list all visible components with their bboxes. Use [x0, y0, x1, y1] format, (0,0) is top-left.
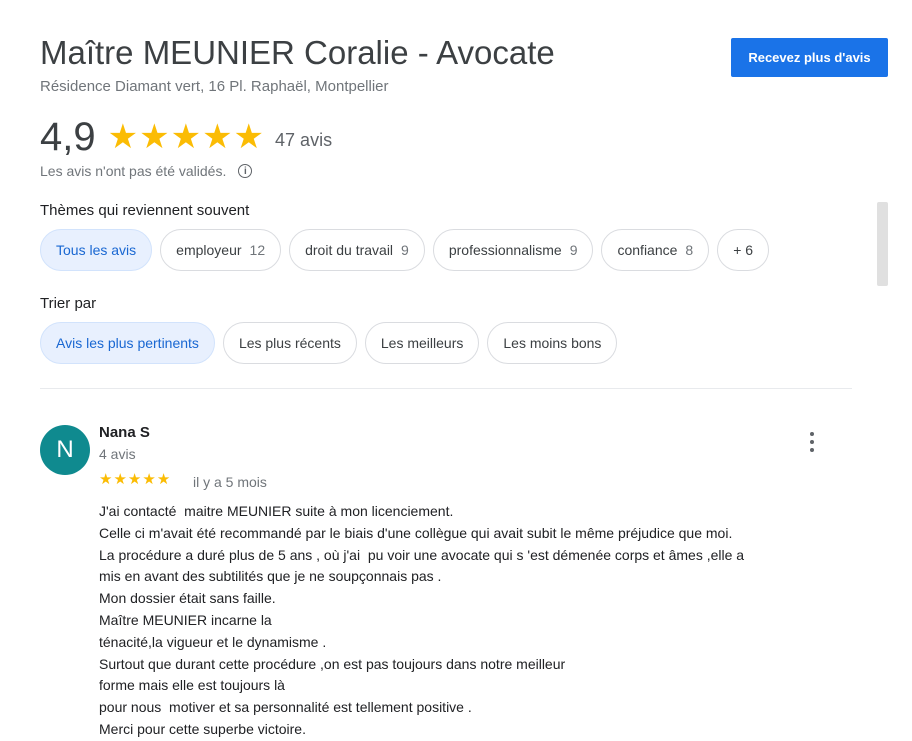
validation-note: Les avis n'ont pas été validés. i — [40, 163, 253, 179]
review-line: mis en avant des subtilités que je ne so… — [99, 568, 442, 585]
review-line: Maître MEUNIER incarne la — [99, 611, 272, 628]
page-title: Maître MEUNIER Coralie - Avocate — [40, 34, 555, 71]
star-icon: ★ — [127, 471, 142, 488]
star-icon: ★ — [233, 118, 265, 156]
review-line: pour nous motiver et sa personnalité est… — [99, 699, 472, 716]
theme-chips: Tous les avis employeur 12 droit du trav… — [40, 229, 777, 271]
review-line: forme mais elle est toujours là — [99, 677, 285, 694]
sort-worst[interactable]: Les moins bons — [487, 322, 618, 364]
more-options-icon[interactable] — [800, 428, 824, 456]
chip-count: 12 — [249, 242, 266, 258]
star-icon: ★ — [99, 471, 113, 488]
dot — [810, 440, 814, 444]
review-line: Mon dossier était sans faille. — [99, 590, 276, 607]
chip-employeur[interactable]: employeur 12 — [160, 229, 282, 271]
chip-professionnalisme[interactable]: professionnalisme 9 — [432, 229, 594, 271]
chip-count: 9 — [401, 242, 409, 258]
dot — [810, 432, 814, 436]
rating-summary: 4,9 ★ ★ ★ ★ ★ 47 avis — [40, 114, 332, 160]
review-line: ténacité,la vigueur et le dynamisme . — [99, 633, 327, 650]
star-icon: ★ — [170, 118, 202, 156]
star-icon: ★ — [107, 118, 139, 156]
info-icon[interactable]: i — [238, 164, 253, 178]
chip-label: + 6 — [733, 242, 754, 258]
validation-text: Les avis n'ont pas été validés. — [40, 163, 227, 179]
sort-best[interactable]: Les meilleurs — [364, 322, 480, 364]
reviewer-name[interactable]: Nana S — [99, 424, 150, 441]
star-icon: ★ — [139, 118, 170, 156]
get-more-reviews-button[interactable]: Recevez plus d'avis — [731, 38, 888, 77]
chip-count: 8 — [685, 242, 694, 258]
scrollbar-thumb[interactable] — [877, 202, 888, 286]
chip-label: confiance — [617, 242, 678, 258]
rating-value: 4,9 — [40, 114, 96, 159]
chip-more-themes[interactable]: + 6 — [717, 229, 770, 271]
star-icon: ★ — [113, 471, 127, 488]
review-line: Merci pour cette superbe victoire. — [99, 720, 306, 737]
chip-count: 9 — [569, 242, 578, 258]
review-date: il y a 5 mois — [193, 474, 267, 490]
review-line: Celle ci m'avait été recommandé par le b… — [99, 524, 733, 541]
star-icon: ★ — [142, 471, 156, 488]
sort-most-recent[interactable]: Les plus récents — [222, 322, 357, 364]
review-text: J'ai contacté maitre MEUNIER suite à mon… — [99, 501, 859, 741]
themes-label: Thèmes qui reviennent souvent — [40, 202, 250, 219]
chip-label: droit du travail — [305, 242, 394, 258]
star-icon: ★ — [156, 471, 171, 488]
rating-stars: ★ ★ ★ ★ ★ — [108, 120, 265, 154]
review-line: La procédure a duré plus de 5 ans , où j… — [99, 546, 745, 563]
review-line: Surtout que durant cette procédure ,on e… — [99, 655, 566, 672]
review-line: J'ai contacté maitre MEUNIER suite à mon… — [99, 503, 454, 519]
review-count: 47 avis — [275, 129, 333, 150]
chip-label: professionnalisme — [448, 242, 562, 258]
dot — [810, 448, 814, 452]
divider — [40, 388, 852, 389]
sort-most-relevant[interactable]: Avis les plus pertinents — [40, 322, 215, 364]
avatar[interactable]: N — [40, 425, 90, 475]
sort-options: Avis les plus pertinents Les plus récent… — [40, 322, 625, 364]
reviewer-review-count: 4 avis — [99, 446, 136, 462]
chip-confiance[interactable]: confiance 8 — [601, 229, 710, 271]
chip-all-reviews[interactable]: Tous les avis — [40, 229, 153, 271]
star-icon: ★ — [202, 118, 233, 156]
chip-droit-du-travail[interactable]: droit du travail 9 — [289, 229, 425, 271]
sort-label: Trier par — [40, 295, 97, 312]
chip-label: employeur — [176, 242, 242, 258]
chip-label: Tous les avis — [56, 242, 137, 258]
business-address: Résidence Diamant vert, 16 Pl. Raphaël, … — [40, 78, 389, 95]
review-stars: ★ ★ ★ ★ ★ — [99, 472, 171, 487]
